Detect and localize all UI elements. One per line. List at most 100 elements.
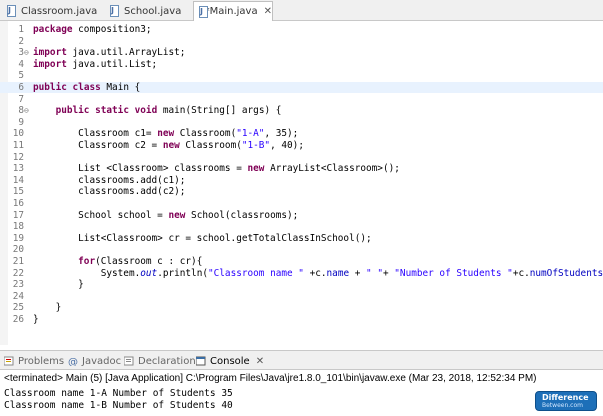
code-line[interactable]: 12 <box>0 152 603 163</box>
code-line[interactable]: 20 <box>0 244 603 255</box>
close-icon[interactable]: ✕ <box>256 356 264 367</box>
code-text: } <box>33 314 39 325</box>
tab-school-java[interactable]: J School.java <box>105 2 195 20</box>
code-text: for(Classroom c : cr){ <box>78 256 203 267</box>
code-line[interactable]: 11 Classroom c2 = new Classroom("1-B", 4… <box>0 140 603 151</box>
line-number: 10 <box>12 128 24 140</box>
code-text: public static void main(String[] args) { <box>55 105 282 117</box>
line-number: 20 <box>12 244 24 256</box>
code-line[interactable]: 5 <box>0 70 603 81</box>
tab-label: Declaration <box>138 355 196 367</box>
code-line[interactable]: 6 public class Main { <box>0 82 603 93</box>
console-icon <box>195 356 206 366</box>
line-number: 21 <box>12 256 24 267</box>
watermark-logo: Difference Between.com <box>535 391 597 411</box>
line-number: 9 <box>18 116 24 128</box>
code-text: Classroom c2 = new Classroom("1-B", 40); <box>33 140 304 151</box>
tab-classroom-java[interactable]: J Classroom.java <box>2 2 102 20</box>
tab-javadoc[interactable]: @ Javadoc <box>68 353 121 369</box>
line-number: 19 <box>12 232 24 244</box>
code-line[interactable]: 24 <box>0 291 603 302</box>
code-text: System.out.println("Classroom name " +c.… <box>33 267 603 279</box>
tab-declaration[interactable]: Declaration <box>123 353 196 369</box>
line-number: 25 <box>12 302 24 314</box>
tab-problems[interactable]: Problems <box>3 353 65 369</box>
line-number: 13 <box>12 163 24 175</box>
line-number: 8 <box>18 105 24 117</box>
declaration-icon <box>123 356 134 366</box>
code-text: import java.util.List; <box>33 58 158 70</box>
code-text: Classroom c1= new Classroom("1-A", 35); <box>33 128 299 140</box>
line-number: 11 <box>12 140 24 151</box>
code-line[interactable]: 8 ⊖ public static void main(String[] args… <box>0 105 603 116</box>
java-file-icon: J <box>198 5 208 18</box>
code-line[interactable]: 3 ⊖ import java.util.ArrayList; <box>0 47 603 58</box>
line-number: 2 <box>18 35 24 47</box>
console-line: Classroom name 1-A Number of Students 35 <box>4 388 233 399</box>
code-line[interactable]: 9 <box>0 117 603 128</box>
code-text: package composition3; <box>33 24 152 35</box>
close-icon[interactable]: ✕ <box>264 6 272 17</box>
java-file-icon: J <box>6 5 17 17</box>
code-editor[interactable]: 1 package composition3; 2 3 ⊖ import java.uti… <box>0 21 603 345</box>
line-number: 26 <box>12 314 24 325</box>
console-output[interactable]: <terminated> Main (5) [Java Application]… <box>0 370 603 416</box>
java-file-icon: J <box>109 5 120 17</box>
line-number: 7 <box>18 93 24 105</box>
code-line[interactable]: 16 <box>0 198 603 209</box>
tab-label: Classroom.java <box>21 5 98 17</box>
code-text: import java.util.ArrayList; <box>33 47 186 59</box>
tab-label: *Main.java <box>204 6 258 17</box>
code-text: classrooms.add(c1); <box>33 174 186 186</box>
tab-label: Problems <box>18 355 65 367</box>
code-text: } <box>33 302 62 314</box>
code-line[interactable]: 7 <box>0 94 603 105</box>
svg-text:@: @ <box>68 357 78 366</box>
code-line[interactable]: 21 for(Classroom c : cr){ <box>0 256 603 267</box>
line-number: 4 <box>18 58 24 70</box>
code-line[interactable]: 25 } <box>0 302 603 313</box>
problems-icon <box>3 356 14 366</box>
code-text: School school = new School(classrooms); <box>33 209 299 221</box>
line-number: 18 <box>12 221 24 233</box>
line-number: 1 <box>18 24 24 35</box>
line-number: 24 <box>12 290 24 302</box>
bottom-panel-tabs: Problems @ Javadoc Declaration Console ✕ <box>0 350 603 370</box>
code-line[interactable]: 15 classrooms.add(c2); <box>0 186 603 197</box>
code-text: List<Classroom> cr = school.getTotalClas… <box>33 232 372 244</box>
fold-toggle-icon[interactable]: ⊖ <box>24 47 29 58</box>
code-text: } <box>33 279 84 291</box>
code-line[interactable]: 13 List <Classroom> classrooms = new Arr… <box>0 163 603 174</box>
tab-console[interactable]: Console ✕ <box>195 353 264 369</box>
code-line[interactable]: 14 classrooms.add(c1); <box>0 175 603 186</box>
line-number: 3 <box>18 47 24 59</box>
code-line[interactable]: 4 import java.util.List; <box>0 59 603 70</box>
code-line[interactable]: 17 School school = new School(classrooms… <box>0 210 603 221</box>
fold-toggle-icon[interactable]: ⊖ <box>24 105 29 116</box>
line-number: 12 <box>12 151 24 163</box>
javadoc-icon: @ <box>68 356 78 368</box>
code-line[interactable]: 18 <box>0 221 603 232</box>
code-text: public class Main { <box>33 82 141 93</box>
code-line[interactable]: 2 <box>0 36 603 47</box>
line-number: 15 <box>12 186 24 198</box>
tab-label: Console <box>210 355 250 367</box>
tab-main-java[interactable]: J *Main.java ✕ <box>193 1 273 21</box>
code-line[interactable]: 19 List<Classroom> cr = school.getTotalC… <box>0 233 603 244</box>
code-line[interactable]: 26} <box>0 314 603 325</box>
code-text: classrooms.add(c2); <box>33 186 186 198</box>
line-number: 17 <box>12 209 24 221</box>
code-line[interactable]: 23 } <box>0 279 603 290</box>
tab-label: School.java <box>124 5 182 17</box>
line-number: 16 <box>12 198 24 209</box>
code-line[interactable]: 10 Classroom c1= new Classroom("1-A", 35… <box>0 128 603 139</box>
code-line[interactable]: 1 package composition3; <box>0 24 603 35</box>
code-line[interactable]: 22 System.out.println("Classroom name " … <box>0 268 603 279</box>
line-number: 23 <box>12 279 24 291</box>
code-text: List <Classroom> classrooms = new ArrayL… <box>33 163 400 175</box>
line-number: 6 <box>18 82 24 93</box>
line-number: 22 <box>12 267 24 279</box>
terminated-status: <terminated> Main (5) [Java Application]… <box>4 373 537 384</box>
tab-label: Javadoc <box>82 355 122 367</box>
line-number: 14 <box>12 174 24 186</box>
